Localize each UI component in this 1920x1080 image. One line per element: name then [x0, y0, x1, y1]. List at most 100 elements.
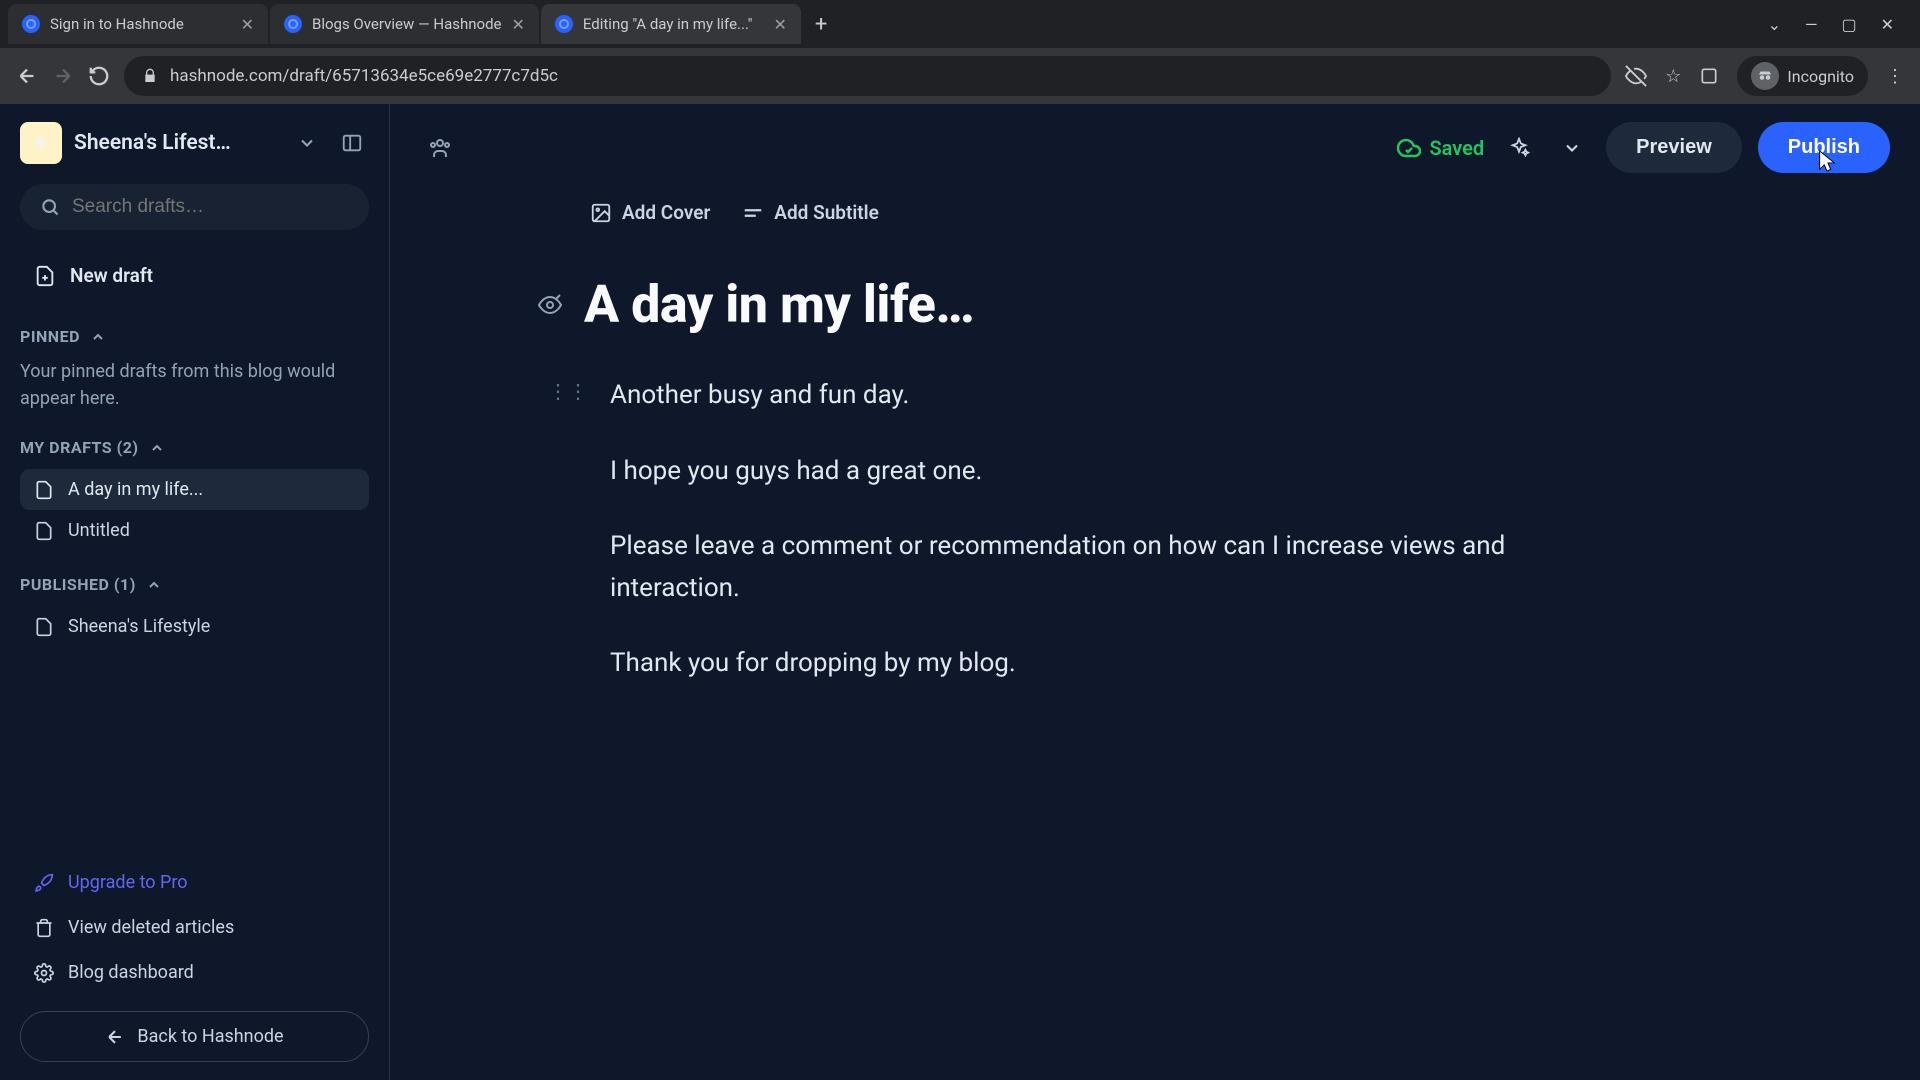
draft-title: A day in my life...	[68, 479, 203, 500]
star-icon[interactable]: ☆	[1665, 66, 1681, 87]
search-icon	[40, 197, 60, 217]
preview-button[interactable]: Preview	[1606, 122, 1742, 173]
editor-body: Add Cover Add Subtitle A day in my life……	[390, 191, 1590, 729]
chevron-down-icon[interactable]	[1554, 130, 1590, 166]
published-section-header[interactable]: PUBLISHED (1)	[20, 575, 369, 594]
add-subtitle-button[interactable]: Add Subtitle	[742, 201, 879, 224]
panel-toggle-icon[interactable]	[335, 126, 369, 160]
browser-tab-1[interactable]: Blogs Overview — Hashnode ✕	[270, 4, 539, 44]
my-drafts-label: MY DRAFTS (2)	[20, 438, 139, 457]
close-icon[interactable]: ✕	[774, 15, 787, 34]
blog-avatar: ☀	[20, 122, 62, 164]
drag-handle-icon[interactable]: ⋮⋮	[548, 375, 588, 403]
browser-tab-0[interactable]: Sign in to Hashnode ✕	[8, 4, 268, 44]
published-label: PUBLISHED (1)	[20, 575, 136, 594]
draft-item[interactable]: A day in my life...	[20, 469, 369, 510]
collaborators-icon[interactable]	[420, 128, 460, 168]
paragraph-row: ⋮⋮ Thank you for dropping by my blog.	[450, 643, 1530, 685]
tab-title: Sign in to Hashnode	[50, 15, 231, 33]
publish-button[interactable]: Publish	[1758, 122, 1890, 173]
saved-status: Saved	[1397, 136, 1484, 160]
cloud-check-icon	[1397, 136, 1421, 160]
tab-title: Blogs Overview — Hashnode	[312, 15, 502, 33]
search-drafts[interactable]	[20, 184, 369, 230]
back-label: Back to Hashnode	[137, 1026, 283, 1047]
blog-name: Sheena's Lifest…	[74, 131, 279, 155]
hashnode-icon	[22, 15, 40, 33]
document-icon	[34, 521, 54, 541]
document-icon	[34, 480, 54, 500]
browser-tab-2[interactable]: Editing "A day in my life..." ✕	[541, 4, 801, 44]
window-controls: ⌄ — ▢ ✕	[1750, 15, 1912, 34]
incognito-icon	[1751, 62, 1779, 90]
reload-icon[interactable]	[88, 65, 110, 87]
chevron-up-icon	[90, 329, 106, 345]
hashnode-icon	[284, 15, 302, 33]
new-tab-button[interactable]: +	[803, 12, 839, 37]
tab-title: Editing "A day in my life..."	[583, 15, 764, 33]
minimize-icon[interactable]: —	[1805, 15, 1818, 34]
blog-selector[interactable]: ☀ Sheena's Lifest…	[20, 122, 369, 164]
visibility-icon[interactable]	[538, 293, 562, 317]
published-item[interactable]: Sheena's Lifestyle	[20, 606, 369, 647]
draft-item[interactable]: Untitled	[20, 510, 369, 551]
deleted-label: View deleted articles	[68, 917, 234, 938]
paragraph-row: ⋮⋮ Another busy and fun day.	[450, 375, 1530, 417]
browser-chrome: Sign in to Hashnode ✕ Blogs Overview — H…	[0, 0, 1920, 104]
draft-title: Untitled	[68, 520, 130, 541]
new-draft-icon	[34, 265, 56, 287]
browser-toolbar: hashnode.com/draft/65713634e5ce69e2777c7…	[0, 48, 1920, 104]
my-drafts-section-header[interactable]: MY DRAFTS (2)	[20, 438, 369, 457]
close-icon[interactable]: ✕	[241, 15, 254, 34]
add-cover-button[interactable]: Add Cover	[590, 201, 710, 224]
hashnode-icon	[555, 15, 573, 33]
maximize-icon[interactable]: ▢	[1841, 15, 1856, 34]
tab-bar: Sign in to Hashnode ✕ Blogs Overview — H…	[0, 0, 1920, 48]
paragraph-row: ⋮⋮ Please leave a comment or recommendat…	[450, 526, 1530, 609]
forward-icon	[52, 65, 74, 87]
subtitle-icon	[742, 202, 764, 224]
gear-icon	[34, 963, 54, 983]
published-title: Sheena's Lifestyle	[68, 616, 210, 637]
add-subtitle-label: Add Subtitle	[774, 201, 879, 224]
new-draft-label: New draft	[70, 264, 153, 287]
eye-off-icon[interactable]	[1625, 65, 1647, 87]
dashboard-label: Blog dashboard	[68, 962, 194, 983]
paragraph[interactable]: I hope you guys had a great one.	[610, 451, 982, 493]
upgrade-label: Upgrade to Pro	[68, 872, 188, 893]
app-root: ☀ Sheena's Lifest… New draft PINNED	[0, 104, 1920, 1080]
document-icon	[34, 617, 54, 637]
view-deleted-link[interactable]: View deleted articles	[20, 905, 369, 950]
editor-main: Saved Preview Publish Add Cover	[390, 104, 1920, 1080]
rocket-icon	[34, 873, 54, 893]
paragraph[interactable]: Another busy and fun day.	[610, 375, 909, 417]
tab-search-icon[interactable]: ⌄	[1768, 15, 1781, 34]
paragraph-row: ⋮⋮ I hope you guys had a great one.	[450, 451, 1530, 493]
back-to-hashnode-button[interactable]: Back to Hashnode	[20, 1011, 369, 1062]
back-icon[interactable]	[16, 65, 38, 87]
pinned-label: PINNED	[20, 327, 80, 346]
add-cover-label: Add Cover	[622, 201, 710, 224]
image-icon	[590, 202, 612, 224]
chevron-up-icon	[149, 440, 165, 456]
incognito-badge[interactable]: Incognito	[1737, 56, 1868, 96]
new-draft-button[interactable]: New draft	[20, 252, 369, 299]
browser-menu-icon[interactable]: ⋮	[1886, 66, 1904, 87]
chevron-down-icon[interactable]	[291, 127, 323, 159]
extensions-icon[interactable]	[1699, 66, 1719, 86]
address-bar[interactable]: hashnode.com/draft/65713634e5ce69e2777c7…	[124, 56, 1611, 96]
close-icon[interactable]: ✕	[512, 15, 525, 34]
blog-dashboard-link[interactable]: Blog dashboard	[20, 950, 369, 995]
upgrade-pro-link[interactable]: Upgrade to Pro	[20, 860, 369, 905]
sidebar: ☀ Sheena's Lifest… New draft PINNED	[0, 104, 390, 1080]
pinned-empty-text: Your pinned drafts from this blog would …	[20, 358, 369, 412]
paragraph[interactable]: Please leave a comment or recommendation…	[610, 526, 1530, 609]
close-window-icon[interactable]: ✕	[1881, 15, 1894, 34]
url-text: hashnode.com/draft/65713634e5ce69e2777c7…	[170, 66, 1593, 86]
pinned-section-header[interactable]: PINNED	[20, 327, 369, 346]
trash-icon	[34, 918, 54, 938]
paragraph[interactable]: Thank you for dropping by my blog.	[610, 643, 1016, 685]
article-title[interactable]: A day in my life…	[584, 274, 974, 335]
sparkle-icon[interactable]	[1500, 129, 1538, 167]
search-input[interactable]	[72, 196, 349, 218]
